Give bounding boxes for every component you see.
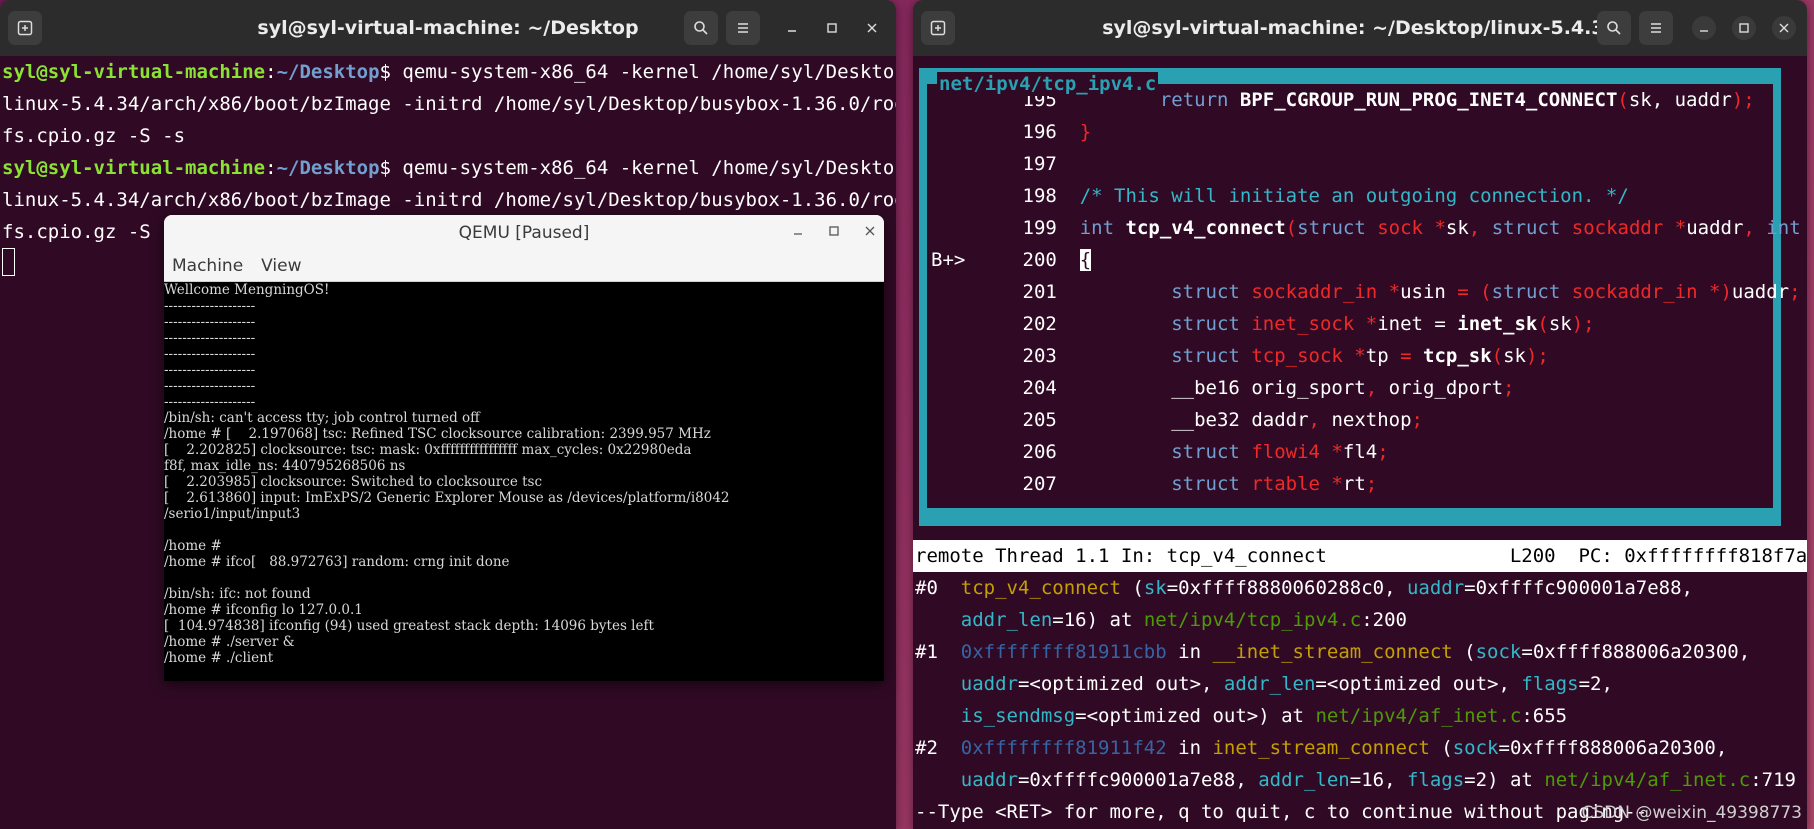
search-button[interactable] [1597, 11, 1631, 45]
source-pane[interactable]: 195 return BPF_CGROUP_RUN_PROG_INET4_CON… [927, 84, 1801, 508]
close-button[interactable] [860, 16, 884, 40]
qemu-titlebar: QEMU [Paused] [164, 215, 884, 250]
minimize-icon [788, 30, 796, 32]
left-terminal-titlebar: syl@syl-virtual-machine: ~/Desktop [0, 0, 896, 56]
source-line: 196 } [1022, 121, 1092, 143]
backtrace-line: uaddr=<optimized out>, addr_len=<optimiz… [960, 673, 1613, 695]
terminal-line: linux-5.4.34/arch/x86/boot/bzImage -init… [2, 93, 896, 115]
source-line: 203 struct tcp_sock *tp = tcp_sk(sk); [1022, 345, 1549, 367]
gdb-more-prompt: --Type <RET> for more, q to quit, c to c… [915, 801, 1648, 823]
console-line: -------------------- [164, 330, 256, 346]
watermark: CSDN @weixin_49398773 [1581, 803, 1802, 823]
menu-view[interactable]: View [261, 256, 301, 276]
qemu-minimize-button[interactable] [792, 223, 804, 241]
console-line: /home # ./client [164, 650, 274, 666]
console-line: Wellcome MengningOS! [164, 282, 330, 298]
minimize-button[interactable] [1692, 16, 1716, 40]
source-line: 201 struct sockaddr_in *usin = (struct s… [1022, 281, 1801, 303]
close-icon [865, 226, 875, 236]
source-line: 199 int tcp_v4_connect(struct sock *sk, … [1022, 217, 1801, 239]
source-line: 204 __be16 orig_sport, orig_dport; [1022, 377, 1515, 399]
close-icon [867, 23, 877, 33]
maximize-button[interactable] [820, 16, 844, 40]
new-tab-button[interactable] [921, 11, 955, 45]
maximize-button[interactable] [1732, 16, 1756, 40]
console-line: f8f, max_idle_ns: 440795268506 ns [164, 458, 406, 474]
console-line: -------------------- [164, 346, 256, 362]
search-icon [694, 21, 708, 35]
terminal-line: fs.cpio.gz -S -s [2, 125, 186, 147]
terminal-line: syl@syl-virtual-machine:~/Desktop$ qemu-… [2, 157, 896, 179]
console-line: /home # ifco[ 88.972763] random: crng in… [164, 554, 510, 570]
new-tab-button[interactable] [8, 11, 42, 45]
menu-machine[interactable]: Machine [172, 256, 243, 276]
backtrace-line: #1 0xffffffff81911cbb in __inet_stream_c… [915, 641, 1751, 663]
console-line: /bin/sh: can't access tty; job control t… [164, 410, 480, 426]
backtrace-line: uaddr=0xffffc900001a7e88, addr_len=16, f… [960, 769, 1796, 791]
source-line: 202 struct inet_sock *inet = inet_sk(sk)… [1022, 313, 1595, 335]
close-icon [1779, 23, 1789, 33]
right-terminal-title: syl@syl-virtual-machine: ~/Desktop/linux… [1102, 17, 1618, 39]
qemu-close-button[interactable] [864, 223, 876, 241]
console-line: -------------------- [164, 298, 256, 314]
console-line: -------------------- [164, 378, 256, 394]
hamburger-icon [1651, 23, 1661, 33]
backtrace-line: #0 tcp_v4_connect (sk=0xffff8880060288c0… [915, 577, 1693, 599]
console-line: /home # [164, 538, 222, 554]
source-window: 195 return BPF_CGROUP_RUN_PROG_INET4_CON… [919, 68, 1801, 526]
qemu-title: QEMU [Paused] [458, 222, 590, 243]
source-line: 198 /* This will initiate an outgoing co… [1022, 185, 1629, 207]
source-line: 197 [1022, 153, 1057, 175]
maximize-icon [827, 23, 837, 33]
right-terminal-body[interactable]: 195 return BPF_CGROUP_RUN_PROG_INET4_CON… [913, 56, 1807, 829]
console-line: /home # [ 2.197068] tsc: Refined TSC clo… [164, 426, 711, 442]
console-line: -------------------- [164, 362, 256, 378]
source-line-current: B+> 200 { [931, 249, 1092, 271]
backtrace-line: #2 0xffffffff81911f42 in inet_stream_con… [915, 737, 1728, 759]
right-terminal-window: syl@syl-virtual-machine: ~/Desktop/linux… [913, 0, 1807, 829]
terminal-line: fs.cpio.gz -S - [2, 221, 174, 243]
backtrace-line: addr_len=16) at net/ipv4/tcp_ipv4.c:200 [960, 609, 1407, 631]
gdb-status-bar: remote Thread 1.1 In: tcp_v4_connect L20… [913, 540, 1807, 572]
console-line: /home # ifconfig lo 127.0.0.1 [164, 602, 363, 618]
source-file-label: net/ipv4/tcp_ipv4.c [937, 72, 1159, 96]
console-line: [ 2.203985] clocksource: Switched to clo… [164, 474, 543, 490]
qemu-window: QEMU [Paused] Machine View Wellcome Meng… [164, 215, 884, 681]
qemu-console[interactable]: Wellcome MengningOS! -------------------… [164, 282, 884, 681]
console-line: [ 2.613860] input: ImExPS/2 Generic Expl… [164, 490, 730, 506]
maximize-icon [829, 226, 839, 236]
left-terminal-title: syl@syl-virtual-machine: ~/Desktop [257, 17, 639, 39]
minimize-icon [794, 233, 802, 235]
console-line: [ 2.202825] clocksource: tsc: mask: 0xff… [164, 442, 692, 458]
console-line: -------------------- [164, 314, 256, 330]
minimize-icon [1700, 30, 1708, 32]
minimize-button[interactable] [780, 16, 804, 40]
terminal-line: syl@syl-virtual-machine:~/Desktop$ qemu-… [2, 61, 896, 83]
close-button[interactable] [1772, 16, 1796, 40]
new-tab-icon [930, 20, 946, 36]
breakpoint-marker: B+> [931, 249, 966, 271]
source-line: 206 struct flowi4 *fl4; [1022, 441, 1389, 463]
backtrace-line: is_sendmsg=<optimized out>) at net/ipv4/… [960, 705, 1568, 727]
console-line: /serio1/input/input3 [164, 506, 301, 522]
right-terminal-titlebar: syl@syl-virtual-machine: ~/Desktop/linux… [913, 0, 1807, 56]
console-line: /home # ./server & [164, 634, 295, 650]
console-line: /bin/sh: ifc: not found [164, 586, 311, 602]
qemu-maximize-button[interactable] [828, 223, 840, 241]
terminal-line: linux-5.4.34/arch/x86/boot/bzImage -init… [2, 189, 896, 211]
hamburger-icon [738, 23, 748, 33]
menu-button[interactable] [726, 11, 760, 45]
source-line: 207 struct rtable *rt; [1022, 473, 1378, 495]
qemu-menubar: Machine View [164, 250, 884, 282]
terminal-cursor [2, 248, 15, 276]
source-line: 205 __be32 daddr, nexthop; [1022, 409, 1423, 431]
console-line: [ 104.974838] ifconfig (94) used greates… [164, 618, 654, 634]
new-tab-icon [17, 20, 33, 36]
search-icon [1607, 21, 1621, 35]
console-line: -------------------- [164, 394, 256, 410]
search-button[interactable] [684, 11, 718, 45]
maximize-icon [1739, 23, 1749, 33]
menu-button[interactable] [1639, 11, 1673, 45]
